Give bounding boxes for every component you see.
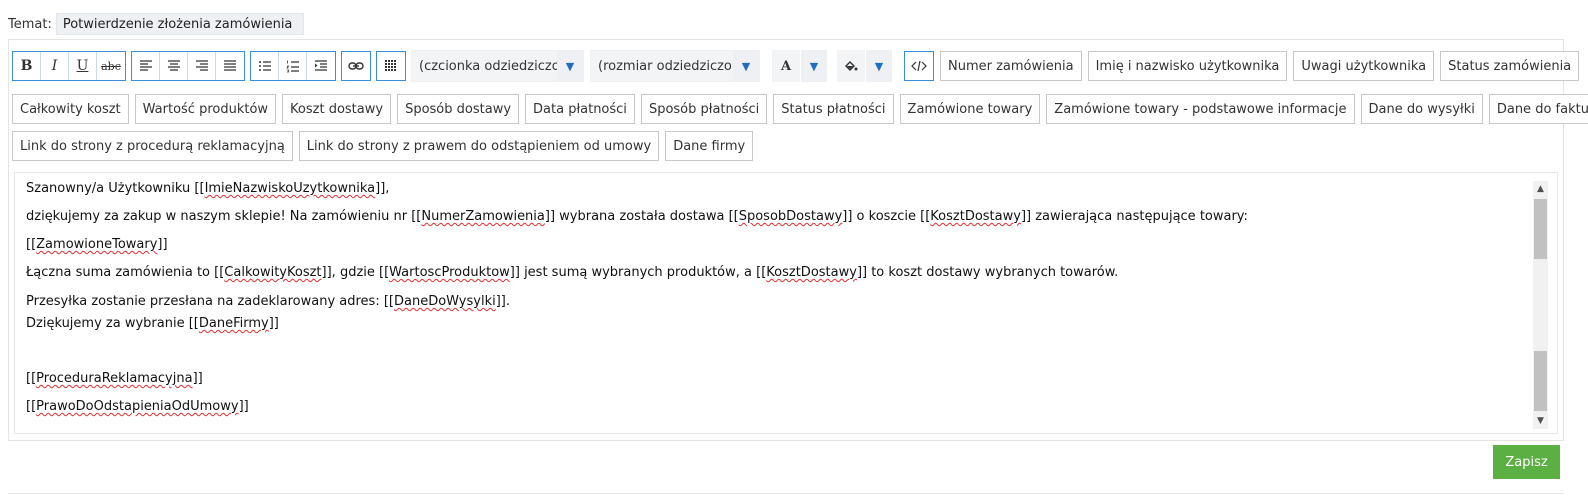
divider [8,493,1564,494]
subject-input[interactable] [55,13,304,35]
content-line: [[PrawoDoOdstapieniaOdUmowy]] [26,399,249,414]
bullet-list-icon [258,61,271,71]
placeholder-button-ordered-items-basic[interactable]: Zamówione towary - podstawowe informacje [1046,94,1355,124]
placeholder-button-complaint-link[interactable]: Link do strony z procedurą reklamacyjną [12,131,293,161]
scroll-down-icon[interactable]: ▼ [1533,413,1548,429]
text-color-button[interactable]: A [772,50,800,82]
source-code-button[interactable] [905,52,933,80]
subject-row: Temat: [8,13,304,35]
placeholder-button-ordered-items[interactable]: Zamówione towary [899,94,1041,124]
font-family-value: (czcionka odziedziczona) [419,58,557,74]
chevron-down-icon: ▼ [809,59,819,73]
highlight-color-button[interactable] [837,50,865,82]
bold-button[interactable]: B [13,52,41,80]
table-button[interactable] [377,52,405,80]
align-right-icon [195,60,208,71]
link-icon [348,62,364,70]
placeholder-button-invoice-data[interactable]: Dane do faktury [1488,94,1588,124]
content-line: [[ZamowioneTowary]] [26,237,168,252]
chevron-down-icon: ▼ [557,51,583,81]
align-group [131,51,245,81]
scroll-up-icon[interactable]: ▲ [1533,181,1548,197]
table-group [376,51,406,81]
align-justify-icon [224,60,236,71]
indent-button[interactable] [307,52,335,80]
align-center-icon [167,60,180,71]
italic-button[interactable]: I [41,52,69,80]
placeholder-button-delivery-cost[interactable]: Koszt dostawy [282,94,392,124]
text-style-group: B I U abc [12,51,126,81]
highlight-color-dropdown[interactable]: ▼ [866,50,892,82]
subject-label: Temat: [8,16,52,32]
align-left-button[interactable] [132,52,160,80]
scrollbar-thumb[interactable] [1534,351,1547,411]
placeholder-button-order-status[interactable]: Status zamówienia [1440,51,1580,81]
content-line: Łączna suma zamówienia to [[CalkowityKos… [26,265,1119,280]
chevron-down-icon: ▼ [733,51,759,81]
text-color-picker: A ▼ [772,50,827,82]
source-code-group [904,51,934,81]
placeholder-button-payment-date[interactable]: Data płatności [525,94,635,124]
font-size-value: (rozmiar odziedziczony) [598,58,733,74]
editor-content[interactable]: Szanowny/a Użytkowniku [[ImieNazwiskoUzy… [14,172,1558,434]
font-family-select[interactable]: (czcionka odziedziczona) ▼ [411,50,584,82]
indent-icon [315,60,327,71]
content-line: Przesyłka zostanie przesłana na zadeklar… [26,294,510,309]
content-line: Szanowny/a Użytkowniku [[ImieNazwiskoUzy… [26,181,390,196]
align-left-icon [139,60,152,71]
placeholder-button-user-notes[interactable]: Uwagi użytkownika [1293,51,1435,81]
list-group [250,51,336,81]
placeholder-button-total-cost[interactable]: Całkowity koszt [12,94,129,124]
text-color-dropdown[interactable]: ▼ [801,50,827,82]
placeholder-button-delivery-method[interactable]: Sposób dostawy [397,94,520,124]
toolbar-row-2: Całkowity koszt Wartość produktów Koszt … [12,94,1588,124]
link-group [341,51,371,81]
numbered-list-icon [285,60,299,72]
scrollbar-thumb[interactable] [1534,199,1547,259]
editor-scrollbar[interactable]: ▲ ▼ [1533,181,1548,429]
toolbar-row-3: Link do strony z procedurą reklamacyjną … [12,131,759,161]
table-grid-icon [385,60,396,71]
placeholder-button-user-name[interactable]: Imię i nazwisko użytkownika [1087,51,1288,81]
placeholder-button-company-data[interactable]: Dane firmy [665,131,754,161]
numbered-list-button[interactable] [279,52,307,80]
bullet-list-button[interactable] [251,52,279,80]
content-line: [[ProceduraReklamacyjna]] [26,371,203,386]
text-color-icon: A [780,58,792,74]
align-right-button[interactable] [188,52,216,80]
code-icon [911,60,927,72]
toolbar-row-1: B I U abc (czcionka odziedziczo ▼ (rozmi… [12,50,1585,82]
save-button[interactable]: Zapisz [1493,445,1560,479]
content-line: Dziękujemy za wybranie [[DaneFirmy]] [26,316,279,331]
highlight-color-picker: ▼ [837,50,892,82]
underline-button[interactable]: U [69,52,97,80]
align-justify-button[interactable] [216,52,244,80]
font-size-select[interactable]: (rozmiar odziedziczony) ▼ [590,50,760,82]
content-line: dziękujemy za zakup w naszym sklepie! Na… [26,209,1248,224]
placeholder-button-shipping-data[interactable]: Dane do wysyłki [1360,94,1483,124]
align-center-button[interactable] [160,52,188,80]
placeholder-button-payment-status[interactable]: Status płatności [773,94,894,124]
placeholder-button-withdrawal-link[interactable]: Link do strony z prawem do odstąpieniem … [298,131,660,161]
link-button[interactable] [342,52,370,80]
placeholder-button-payment-method[interactable]: Sposób płatności [640,94,768,124]
placeholder-button-order-number[interactable]: Numer zamówienia [940,51,1082,81]
paint-bucket-icon [845,61,858,71]
strikethrough-button[interactable]: abc [97,52,125,80]
chevron-down-icon: ▼ [874,59,884,73]
placeholder-button-products-value[interactable]: Wartość produktów [134,94,277,124]
